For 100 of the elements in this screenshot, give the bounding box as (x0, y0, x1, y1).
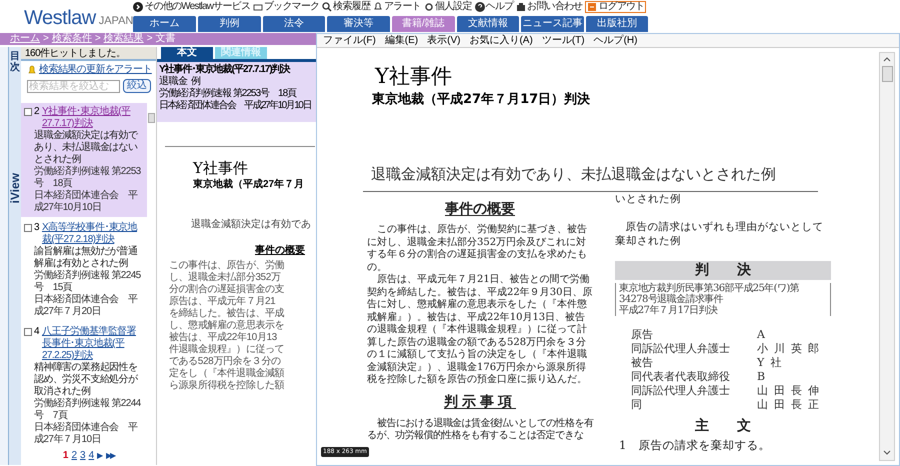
phone-icon (516, 2, 526, 12)
info-summary: 退職金 (159, 76, 188, 88)
top-link[interactable]: 個人設定 (424, 2, 472, 12)
party-name: 山田長正 (757, 398, 825, 412)
party-name: 小川英郎 (757, 342, 825, 356)
page-link[interactable]: 3 (80, 451, 86, 461)
info-publisher: 日本経済団体連合会 平成27年10月10日 (159, 100, 311, 112)
preview-text-line: この事件は、原告が、労働 (169, 260, 284, 272)
paragraph: 原告は、平成元年７月21日、被告との間で労働契約を締結した。被告は、平成22年９月30日、原告に対し、懲戒解雇の意思表示をした（『本件懲戒解雇』）。被告は、平成22年10月13日、被告の退職金規程（『本件退職金規程』）に従って計算した原告の退職金の額である528万円余を３分の１に減額して支払う旨の決定をし（『本件退職金減額決定』）、退職金176万円余から源泉所得税を控除した額を原告の預金口座に振り込んだ。 (367, 274, 593, 386)
top-link[interactable]: その他のWestlawサービス (133, 2, 250, 12)
party-role: 同訴訟代理人弁護士 (631, 342, 731, 356)
party-name: A (757, 328, 771, 342)
bell-icon (372, 2, 383, 12)
result-summary: 諭旨解雇は無効だが普通解雇は有効とされた例 (34, 246, 138, 270)
logo[interactable]: Westlaw (24, 8, 96, 28)
top-link[interactable]: ヘルプ (474, 2, 514, 12)
info-summary-end: 例 (191, 76, 201, 88)
page-link[interactable]: 2 (71, 451, 77, 461)
case-line: 東京地方裁判所民事第36部平成25年(ワ)第34278号退職金請求事件 (619, 283, 800, 305)
result-item[interactable]: 2 Y社事件･東京地裁(平27.7.17)判決 退職金減額決定は有効であり、未払退職金はないとされた例 労働経済判例速報 第2253号 18頁 日本経済団体連合会 平成27年10月10日 (21, 103, 147, 217)
nav-tab[interactable]: ニュース記事 (521, 16, 584, 32)
continued-text: いとされた例 (615, 192, 682, 206)
result-source: 労働経済判例速報 第2245号 15頁 (34, 270, 142, 294)
menu-item[interactable]: お気に入り(A) (469, 36, 533, 46)
scroll-thumb[interactable] (148, 113, 155, 123)
alert-link[interactable]: 検索結果の更新をアラート (39, 65, 152, 75)
toc-tab[interactable]: 目次 (10, 51, 20, 73)
nav-tab[interactable]: 出版社別 (586, 16, 648, 32)
top-link[interactable]: ブックマーク (252, 2, 320, 12)
result-checkbox[interactable] (24, 108, 32, 116)
paragraph: 原告の請求はいずれも理由がないとして棄却された例 (615, 220, 824, 248)
menu-item[interactable]: 編集(E) (384, 36, 418, 46)
breadcrumb-separator: > (146, 34, 153, 44)
top-link[interactable]: アラート (372, 2, 421, 12)
settings-icon (424, 2, 434, 12)
filter-button[interactable]: 絞込 (123, 79, 151, 93)
result-number: 3 (34, 222, 39, 235)
preview-section-heading: 事件の概要 (255, 246, 305, 256)
preview-text-line: し、退職金未払部分352万 (169, 272, 280, 284)
bookmark-icon (252, 2, 263, 12)
main-text-heading: 主 文 (695, 419, 751, 433)
menu-item[interactable]: ファイル(F) (323, 36, 376, 46)
ruling-line: 1 原告の請求を棄却する。 (618, 438, 772, 452)
judgment-heading: 判 決 (615, 261, 831, 280)
document-headline: 退職金減額決定は有効であり、未払退職金はないとされた例 (371, 165, 776, 183)
preview-court: 東京地裁（平成27年７月 (193, 180, 304, 190)
party-role: 原告 (631, 328, 654, 342)
preview-title: Y社事件 (193, 161, 248, 176)
detail-tab[interactable]: 本文 (161, 47, 213, 59)
top-link[interactable]: 検索履歴 (322, 2, 370, 12)
info-title: Y社事件･東京地裁(平27.7.17)判決 (159, 64, 290, 76)
result-title-link[interactable]: 八王子労働基準監督署長事件･東京地裁(平27.2.25)判決 (42, 326, 145, 362)
scroll-up-icon[interactable] (883, 56, 891, 62)
preview-text-line: 件退職金規程』）に従って (169, 344, 284, 356)
paragraph: この事件は、原告が、労働契約に基づき、被告に対し、退職金未払部分352万円余及びこれに対する年６分の割合の遅延損害金の支払を求めたもの。 (367, 224, 588, 274)
page-link[interactable]: 1 (62, 451, 68, 461)
result-summary: 精神障害の業務起因性を認め、労災不支給処分が取消された例 (34, 362, 139, 398)
page-link[interactable]: 4 (88, 451, 94, 461)
case-line: 平成27年７月17日判決 (619, 305, 719, 316)
section-heading: 事件の概要 (445, 202, 515, 216)
section-heading: 判示事項 (444, 394, 516, 408)
bell-icon (27, 65, 37, 75)
preview-text-line: 定をし（『本件退職金減額 (169, 368, 284, 380)
result-summary: 退職金減額決定は有効であり、未払退職金はないとされた例 (34, 130, 139, 166)
preview-text-line: し、懲戒解雇の意思表示を (169, 320, 284, 332)
result-title-link[interactable]: Y社事件･東京地裁(平27.7.17)判決 (42, 106, 145, 130)
preview-text-line: ら源泉所得税を控除した額 (169, 380, 284, 392)
result-title-link[interactable]: X高等学校事件･東京地裁(平27.2.18)判決 (42, 222, 145, 246)
result-source: 労働経済判例速報 第2244号 7頁 (34, 398, 142, 422)
last-page-link[interactable]: ▶▶ (106, 452, 114, 460)
result-checkbox[interactable] (24, 224, 32, 232)
breadcrumb-separator: > (94, 34, 101, 44)
menu-item[interactable]: ツール(T) (542, 36, 585, 46)
preview-text-line: 分の割合の遅延損害金の支 (169, 284, 284, 296)
top-link[interactable]: お問い合わせ (516, 2, 582, 12)
result-checkbox[interactable] (24, 328, 32, 336)
document-court: 東京地裁（平成27年７月17日）判決 (372, 93, 592, 106)
document-title: Y社事件 (375, 66, 453, 87)
breadcrumb-separator: > (43, 34, 49, 44)
menu-item[interactable]: 表示(V) (427, 36, 460, 46)
party-role: 被告 (631, 356, 654, 370)
party-name: Y社 (757, 356, 788, 370)
preview-headline: 退職金減額決定は有効であ (191, 220, 311, 230)
preview-text-line: である528万円余を３分の (169, 356, 280, 368)
nav-tab[interactable]: ホーム (133, 16, 196, 32)
result-source: 労働経済判例速報 第2253号 18頁 (34, 166, 142, 190)
nav-tab[interactable]: 判例 (198, 16, 261, 32)
party-role: 同代表者代表取締役 (631, 370, 731, 384)
menu-item[interactable]: ヘルプ(H) (594, 36, 638, 46)
scroll-thumb[interactable] (882, 66, 892, 82)
scroll-down-icon[interactable] (883, 450, 891, 456)
top-link[interactable]: ログアウト (585, 1, 646, 13)
nav-tab[interactable]: 法令 (262, 16, 326, 32)
nav-tab[interactable]: 文献情報 (456, 16, 520, 32)
search-icon (322, 2, 332, 12)
result-publisher: 日本経済団体連合会 平成27年７月10日 (34, 422, 139, 446)
next-page-link[interactable]: ▶ (97, 452, 104, 460)
preview-text-line: を締結した。被告は、平成 (169, 308, 284, 320)
iview-tab[interactable]: iView (6, 173, 24, 204)
nav-tab[interactable]: 審決等 (327, 16, 390, 32)
